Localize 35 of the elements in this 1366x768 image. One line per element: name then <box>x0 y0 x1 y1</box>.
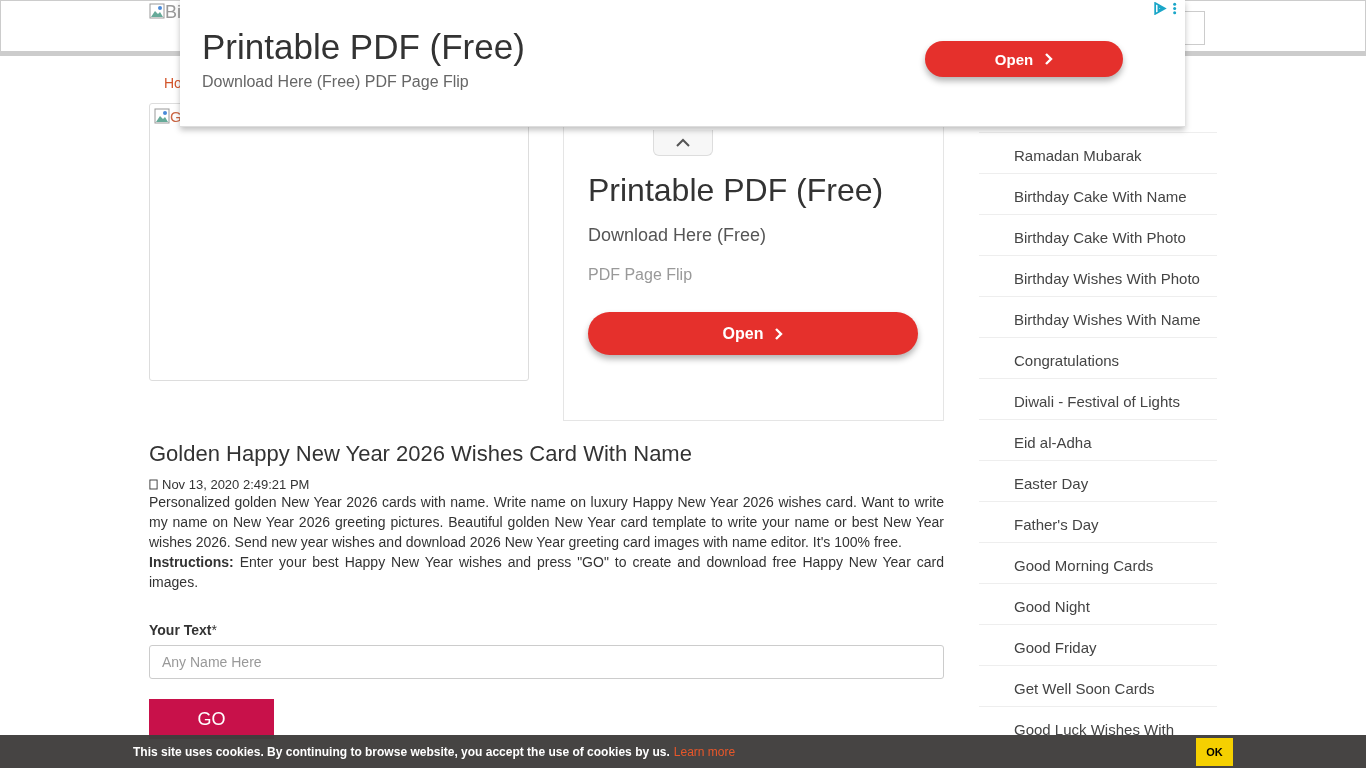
chevron-right-icon <box>1043 52 1054 66</box>
category-link[interactable]: Father's Day <box>979 501 1217 542</box>
category-link[interactable]: Eid al-Adha <box>979 419 1217 460</box>
category-link[interactable]: Good Night <box>979 583 1217 624</box>
ad-title: Printable PDF (Free) <box>588 172 885 209</box>
chevron-up-icon <box>675 137 691 148</box>
category-link[interactable]: Easter Day <box>979 460 1217 501</box>
ad-text: PDF Page Flip <box>588 266 694 284</box>
category-link[interactable]: Congratulations <box>979 337 1217 378</box>
instructions-text: Instructions: Enter your best Happy New Year wishes and press "GO" to create and download free Happy New Year card images. <box>149 553 944 592</box>
ad-title: Printable PDF (Free) <box>202 27 525 67</box>
category-link[interactable]: Birthday Wishes With Photo <box>979 255 1217 296</box>
category-link[interactable]: Diwali - Festival of Lights <box>979 378 1217 419</box>
chevron-right-icon <box>773 326 784 341</box>
field-label: Your Text <box>149 622 212 638</box>
open-button[interactable]: Open <box>925 41 1123 77</box>
article-description: Personalized golden New Year 2026 cards with name. Write name on luxury Happy New Year 2026 wishes card. Want to write my name on New Year 2026 greeting pictures. Beautiful golden New Year card template to write your name or best New Year wishes 2026. Send new year wishes and download 2026 New Year greeting card images with name editor. It's 100% free. <box>149 493 944 552</box>
category-link[interactable]: Birthday Wishes With Name <box>979 296 1217 337</box>
category-link[interactable]: Ramadan Mubarak <box>979 132 1217 173</box>
ad-text: Download Here (Free) PDF Page Flip <box>202 73 470 91</box>
category-link[interactable]: Good Friday <box>979 624 1217 665</box>
category-link[interactable]: Get Well Soon Cards <box>979 665 1217 706</box>
post-date: Nov 13, 2020 2:49:21 PM <box>162 477 310 492</box>
cookie-notice: This site uses cookies. By continuing to browse website, you accept the use of cookies by us. <box>133 744 670 759</box>
category-link[interactable]: Birthday Cake With Photo <box>979 214 1217 255</box>
ad-info-icon[interactable] <box>1153 2 1179 15</box>
article-title: Golden Happy New Year 2026 Wishes Card With Name <box>149 441 692 467</box>
open-button[interactable]: Open <box>588 312 918 355</box>
ad-text: Download Here (Free) <box>588 225 768 246</box>
category-link[interactable]: Birthday Cake With Name <box>979 173 1217 214</box>
ok-button[interactable]: OK <box>1196 738 1233 766</box>
collapse-button[interactable] <box>653 130 713 156</box>
category-link[interactable]: Good Morning Cards <box>979 542 1217 583</box>
required-mark: * <box>211 622 217 638</box>
name-input-field[interactable]: Any Name Here <box>149 645 944 679</box>
